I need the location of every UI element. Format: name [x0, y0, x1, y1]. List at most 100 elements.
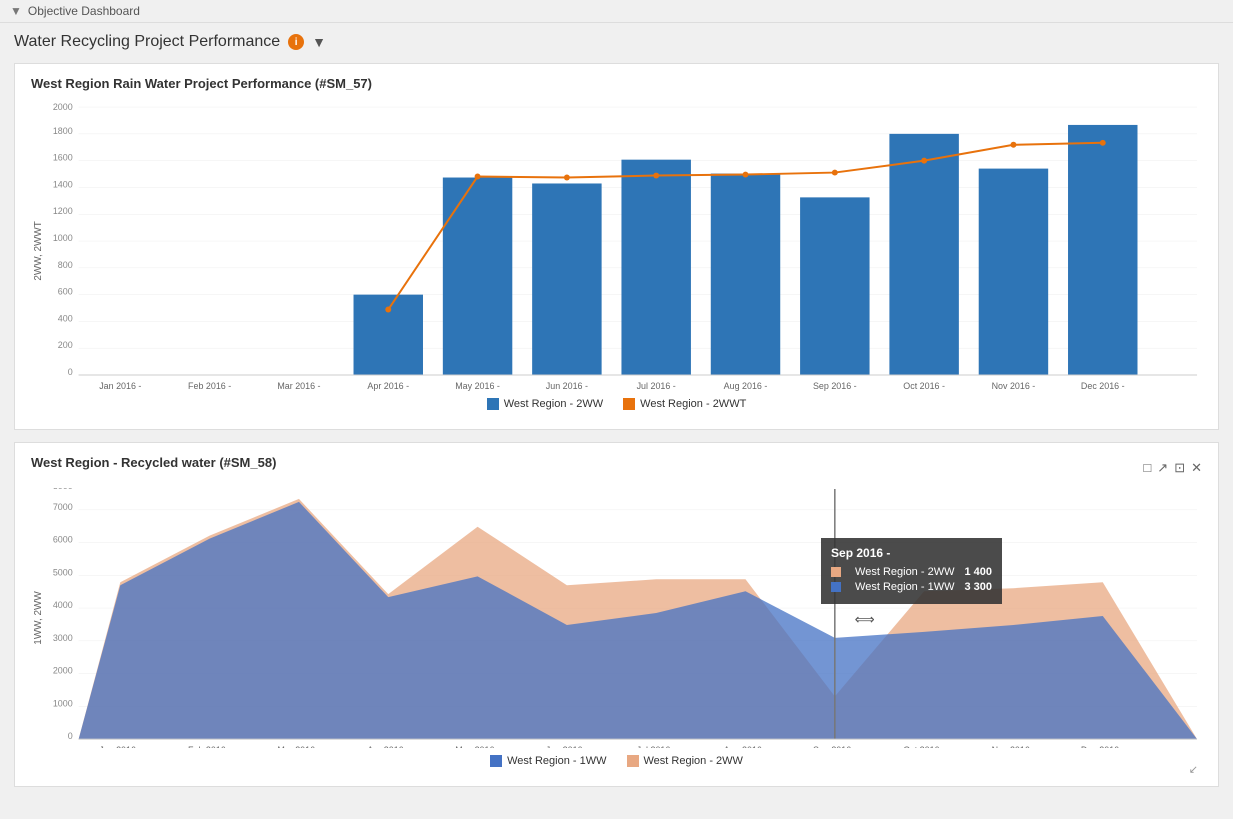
- svg-text:1200: 1200: [53, 206, 73, 216]
- svg-text:Aug 2016 -: Aug 2016 -: [724, 745, 768, 748]
- bottom-chart-panel: West Region - Recycled water (#SM_58) □ …: [14, 442, 1219, 787]
- legend-color-2ww: [487, 398, 499, 410]
- svg-text:1WW, 2WW: 1WW, 2WW: [33, 591, 44, 645]
- bar-jul: [621, 160, 690, 375]
- bottom-chart-svg: 1WW, 2WW 0 1000 2000 3000 4000 5000 6000…: [31, 488, 1202, 748]
- resize-icon[interactable]: ↙: [1189, 763, 1198, 776]
- tooltip-label-2ww: West Region - 2WW: [855, 566, 954, 578]
- bar-sep: [800, 197, 869, 375]
- top-chart-title: West Region Rain Water Project Performan…: [31, 76, 1202, 91]
- svg-text:Oct 2016 -: Oct 2016 -: [903, 381, 945, 391]
- legend-color-2wwt: [623, 398, 635, 410]
- svg-text:Jan 2016 -: Jan 2016 -: [99, 745, 141, 748]
- svg-text:Dec 2016 -: Dec 2016 -: [1081, 381, 1125, 391]
- svg-text:7000: 7000: [53, 502, 73, 512]
- tooltip-value-1ww: 3 300: [964, 581, 992, 593]
- svg-text:Mar 2016 -: Mar 2016 -: [277, 745, 320, 748]
- svg-text:Oct 2016 -: Oct 2016 -: [903, 745, 945, 748]
- bar-nov: [979, 169, 1048, 375]
- chart-icon-group: □ ↗ ⊡ ✕: [1143, 460, 1202, 476]
- svg-text:Sep 2016 -: Sep 2016 -: [813, 745, 857, 748]
- bar-oct: [889, 134, 958, 375]
- page-container: ▼ Objective Dashboard Water Recycling Pr…: [0, 0, 1233, 819]
- svg-text:4000: 4000: [53, 600, 73, 610]
- breadcrumb: ▼ Objective Dashboard: [0, 0, 1233, 23]
- chart-icon-close[interactable]: ✕: [1191, 460, 1202, 476]
- svg-text:800: 800: [58, 260, 73, 270]
- svg-text:400: 400: [58, 313, 73, 323]
- legend-label-1ww: West Region - 1WW: [507, 755, 606, 767]
- top-chart-svg: 2WW, 2WWT 0 200 400 600 800 1000 1200 14…: [31, 101, 1202, 391]
- svg-text:Nov 2016 -: Nov 2016 -: [992, 745, 1036, 748]
- svg-text:8000: 8000: [53, 488, 73, 491]
- top-chart-panel: West Region Rain Water Project Performan…: [14, 63, 1219, 430]
- svg-text:Mar 2016 -: Mar 2016 -: [277, 381, 320, 391]
- svg-text:600: 600: [58, 287, 73, 297]
- svg-text:May 2016 -: May 2016 -: [455, 381, 500, 391]
- bottom-chart-legend: West Region - 1WW West Region - 2WW: [31, 755, 1202, 767]
- chart-icon-square[interactable]: □: [1143, 460, 1151, 476]
- drag-cursor-icon: ⟺: [855, 611, 875, 627]
- svg-text:Jun 2016 -: Jun 2016 -: [546, 381, 588, 391]
- bar-aug: [711, 174, 780, 375]
- svg-text:1400: 1400: [53, 179, 73, 189]
- svg-text:2WW, 2WWT: 2WW, 2WWT: [33, 221, 44, 280]
- tooltip-box: Sep 2016 - West Region - 2WW 1 400 West …: [821, 538, 1002, 604]
- svg-text:Feb 2016 -: Feb 2016 -: [188, 745, 231, 748]
- svg-text:Aug 2016 -: Aug 2016 -: [724, 381, 768, 391]
- svg-text:Jan 2016 -: Jan 2016 -: [99, 381, 141, 391]
- bar-may: [443, 178, 512, 375]
- chart-icon-expand[interactable]: ↗: [1157, 460, 1168, 476]
- legend-item-2wwt: West Region - 2WWT: [623, 398, 746, 410]
- legend-label-2ww-bottom: West Region - 2WW: [644, 755, 743, 767]
- tooltip-color-2ww: [831, 567, 841, 577]
- tooltip-label-1ww: West Region - 1WW: [855, 581, 954, 593]
- tooltip-color-1ww: [831, 582, 841, 592]
- top-chart-legend: West Region - 2WW West Region - 2WWT: [31, 398, 1202, 410]
- bar-jun: [532, 183, 601, 375]
- bar-dec: [1068, 125, 1137, 375]
- legend-color-2ww-bottom: [627, 755, 639, 767]
- svg-text:1000: 1000: [53, 233, 73, 243]
- breadcrumb-label: Objective Dashboard: [28, 4, 140, 18]
- svg-text:Jul 2016 -: Jul 2016 -: [637, 381, 676, 391]
- filter-icon[interactable]: ▼: [312, 34, 326, 50]
- svg-text:Apr 2016 -: Apr 2016 -: [367, 381, 409, 391]
- svg-text:Jul 2016 -: Jul 2016 -: [637, 745, 676, 748]
- legend-item-2ww: West Region - 2WW: [487, 398, 603, 410]
- legend-item-2ww-bottom: West Region - 2WW: [627, 755, 743, 767]
- breadcrumb-chevron: ▼: [10, 4, 22, 18]
- page-title: Water Recycling Project Performance: [14, 33, 280, 51]
- svg-text:1600: 1600: [53, 153, 73, 163]
- svg-text:0: 0: [68, 367, 73, 377]
- svg-text:2000: 2000: [53, 102, 73, 112]
- info-icon[interactable]: i: [288, 34, 304, 50]
- svg-text:200: 200: [58, 340, 73, 350]
- tooltip-title: Sep 2016 -: [831, 546, 992, 560]
- svg-text:Jun 2016 -: Jun 2016 -: [546, 745, 588, 748]
- tooltip-row-2ww: West Region - 2WW 1 400: [831, 566, 992, 578]
- tooltip-value-2ww: 1 400: [964, 566, 992, 578]
- chart-icon-edit[interactable]: ⊡: [1174, 460, 1185, 476]
- svg-text:1000: 1000: [53, 698, 73, 708]
- svg-text:5000: 5000: [53, 567, 73, 577]
- svg-text:Nov 2016 -: Nov 2016 -: [992, 381, 1036, 391]
- page-title-row: Water Recycling Project Performance i ▼: [14, 33, 1219, 51]
- legend-item-1ww: West Region - 1WW: [490, 755, 606, 767]
- svg-text:0: 0: [68, 731, 73, 741]
- legend-color-1ww: [490, 755, 502, 767]
- svg-text:1800: 1800: [53, 126, 73, 136]
- svg-text:3000: 3000: [53, 633, 73, 643]
- svg-text:2000: 2000: [53, 666, 73, 676]
- tooltip-row-1ww: West Region - 1WW 3 300: [831, 581, 992, 593]
- svg-text:May 2016 -: May 2016 -: [455, 745, 500, 748]
- main-content: Water Recycling Project Performance i ▼ …: [0, 23, 1233, 809]
- legend-label-2ww: West Region - 2WW: [504, 398, 603, 410]
- top-chart-area: 2WW, 2WWT 0 200 400 600 800 1000 1200 14…: [31, 101, 1202, 421]
- bottom-chart-title: West Region - Recycled water (#SM_58): [31, 455, 276, 470]
- svg-text:6000: 6000: [53, 535, 73, 545]
- svg-text:Sep 2016 -: Sep 2016 -: [813, 381, 857, 391]
- legend-label-2wwt: West Region - 2WWT: [640, 398, 746, 410]
- svg-text:Feb 2016 -: Feb 2016 -: [188, 381, 231, 391]
- svg-text:Dec 2016 -: Dec 2016 -: [1081, 745, 1125, 748]
